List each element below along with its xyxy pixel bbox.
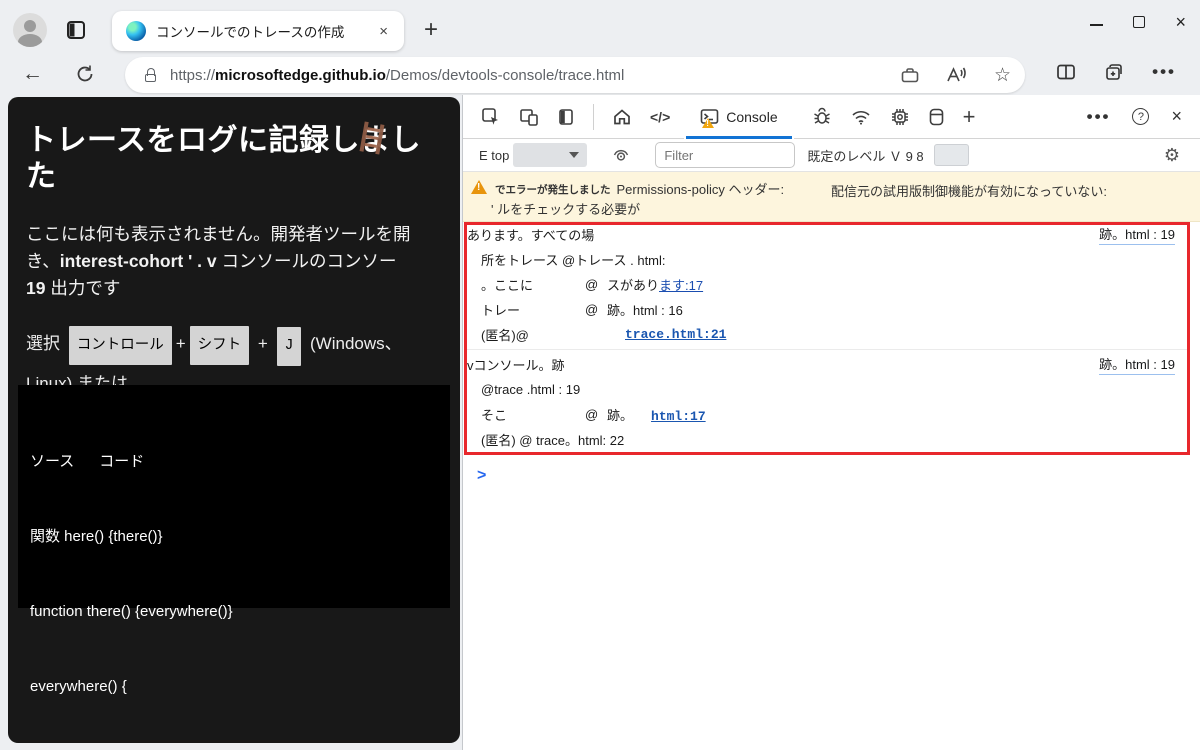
debugger-bug-icon[interactable] bbox=[812, 107, 832, 127]
stack-fn: 。ここに bbox=[481, 278, 534, 293]
key-control: コントロール bbox=[68, 326, 172, 365]
warning-triangle-icon bbox=[471, 180, 487, 194]
console-trace-entry: vコンソール。跡 跡。html : 19 @trace .html : 19 そ… bbox=[467, 352, 1189, 452]
trace-message-text: vコンソール。跡 bbox=[467, 358, 565, 373]
tab-actions-menu-icon[interactable] bbox=[66, 20, 86, 40]
url-text[interactable]: https://microsoftedge.github.io/Demos/de… bbox=[170, 67, 890, 84]
console-toolbar: E top 既定のレベル Ｖ 9 8 ⚙ bbox=[463, 139, 1200, 172]
warning-small-text: でエラーが発生しました bbox=[495, 184, 611, 196]
warning-header-text: Permissions-policy ヘッダー: bbox=[616, 182, 785, 197]
more-tabs-plus-icon[interactable]: + bbox=[963, 104, 976, 130]
console-trace-entry: あります。すべての場 跡。html : 19 所をトレース @トレース . ht… bbox=[467, 222, 1189, 347]
refresh-button[interactable] bbox=[75, 64, 95, 84]
code-line: 関数 here() {there()} bbox=[30, 528, 163, 545]
console-warning-bar: でエラーが発生しました Permissions-policy ヘッダー: 配信元… bbox=[463, 172, 1200, 222]
inline-code: interest-cohort ' . v bbox=[59, 251, 217, 271]
split-screen-icon[interactable] bbox=[1056, 63, 1076, 81]
stack-location: 跡。html : 16 bbox=[607, 303, 683, 318]
console-messages: あります。すべての場 跡。html : 19 所をトレース @トレース . ht… bbox=[467, 222, 1189, 452]
frame-context-label: E top bbox=[479, 147, 510, 163]
key-j: J bbox=[276, 327, 302, 366]
window-close-button[interactable]: × bbox=[1175, 13, 1186, 31]
webpage-content: トレースをログに記録しました ここには何も表示されません。開発者ツールを開き、i… bbox=[8, 97, 460, 743]
stack-fn: そこ bbox=[481, 408, 508, 423]
workspaces-icon[interactable] bbox=[900, 66, 920, 84]
network-wifi-icon[interactable] bbox=[850, 108, 872, 126]
frame-context-dropdown[interactable] bbox=[513, 143, 588, 167]
edge-logo-icon bbox=[126, 21, 146, 41]
avatar-body bbox=[18, 34, 42, 47]
performance-cpu-icon[interactable] bbox=[890, 107, 910, 127]
inspect-element-icon[interactable] bbox=[481, 107, 501, 127]
activity-bar-location-icon[interactable] bbox=[557, 107, 575, 127]
toolbar-divider bbox=[593, 103, 594, 130]
url-bar[interactable]: https://microsoftedge.github.io/Demos/de… bbox=[125, 57, 1025, 93]
back-button[interactable]: ← bbox=[22, 62, 43, 86]
avatar-head bbox=[24, 20, 36, 32]
source-link[interactable]: 跡。html : 19 bbox=[1099, 354, 1175, 375]
page-title: トレースをログに記録しました bbox=[26, 121, 444, 195]
application-drawer-icon[interactable] bbox=[928, 107, 945, 127]
devtools-more-icon[interactable]: ••• bbox=[1087, 107, 1111, 127]
browser-tab[interactable]: コンソールでのトレースの作成 × bbox=[112, 11, 404, 51]
warning-origin-text: 配信元の試用版制御機能が有効になっていない: bbox=[831, 184, 1107, 199]
stack-location: スがあります:17 bbox=[607, 278, 704, 293]
source-link[interactable]: trace.html:21 bbox=[625, 327, 726, 342]
window-maximize-button[interactable] bbox=[1133, 16, 1146, 28]
warning-line2-text: ' ルをチェックする必要が bbox=[491, 202, 641, 217]
console-tab-label: Console bbox=[726, 108, 778, 125]
console-icon bbox=[700, 108, 719, 128]
issues-counter-box[interactable] bbox=[933, 144, 969, 166]
devtools-close-icon[interactable]: × bbox=[1171, 106, 1182, 127]
source-link[interactable]: 跡。html : 19 bbox=[1099, 224, 1175, 245]
devtools-tabbar: </> Console + ••• ? × bbox=[463, 94, 1200, 139]
stack-frame: @trace .html : 19 bbox=[481, 382, 581, 397]
new-tab-button[interactable]: + bbox=[424, 16, 438, 44]
settings-ellipsis-icon[interactable]: ••• bbox=[1152, 62, 1176, 82]
profile-avatar[interactable] bbox=[13, 13, 47, 47]
window-minimize-button[interactable] bbox=[1090, 24, 1104, 26]
source-link[interactable]: ます:17 bbox=[659, 278, 703, 293]
intro-paragraph: ここには何も表示されません。開発者ツールを開き、interest-cohort … bbox=[26, 224, 411, 298]
source-link[interactable]: html:17 bbox=[651, 409, 706, 424]
chevron-down-icon bbox=[569, 152, 580, 158]
elements-tab-icon[interactable]: </> bbox=[650, 109, 670, 125]
help-icon[interactable]: ? bbox=[1132, 108, 1150, 125]
stack-frame: (匿名) @ trace。html: 22 bbox=[481, 433, 625, 448]
read-aloud-icon[interactable] bbox=[946, 66, 968, 84]
log-level-dropdown[interactable]: 既定のレベル Ｖ 9 8 bbox=[807, 146, 923, 165]
code-header: ソース コード bbox=[30, 453, 145, 470]
browser-chrome: コンソールでのトレースの作成 × + × ← https://microsoft… bbox=[0, 0, 1200, 95]
welcome-home-icon[interactable] bbox=[612, 107, 632, 127]
stack-fn: (匿名)@ bbox=[481, 328, 529, 343]
collections-icon[interactable] bbox=[1104, 62, 1124, 82]
code-line: function there() {everywhere()} bbox=[30, 603, 233, 620]
url-scheme: https:// bbox=[170, 66, 216, 84]
url-path: /Demos/devtools-console/trace.html bbox=[385, 66, 625, 84]
console-settings-gear-icon[interactable]: ⚙ bbox=[1164, 145, 1180, 166]
devtools-panel: </> Console + ••• ? × E top 既定のレベル Ｖ 9 8… bbox=[462, 94, 1200, 750]
tab-title: コンソールでのトレースの作成 bbox=[156, 25, 345, 40]
code-line: everywhere() { bbox=[30, 678, 127, 695]
favorite-star-icon[interactable]: ☆ bbox=[994, 64, 1011, 87]
code-block: ソース コード 関数 here() {there()} function the… bbox=[18, 385, 450, 695]
key-shift: シフト bbox=[189, 326, 250, 365]
trace-message-text: あります。すべての場 bbox=[467, 228, 595, 243]
device-emulation-icon[interactable] bbox=[519, 107, 539, 127]
filter-input[interactable] bbox=[655, 142, 796, 168]
lock-icon[interactable] bbox=[145, 68, 156, 82]
console-warning-badge bbox=[702, 118, 715, 128]
stack-location: 跡。 html:17 bbox=[607, 408, 706, 424]
url-host: microsoftedge.github.io bbox=[215, 66, 386, 84]
stack-frame: 所をトレース @トレース . html: bbox=[481, 253, 666, 268]
console-prompt-chevron[interactable]: > bbox=[477, 467, 486, 485]
entry-divider bbox=[467, 349, 1189, 350]
stack-fn: トレー bbox=[481, 303, 521, 318]
tab-console[interactable]: Console bbox=[684, 94, 794, 139]
tab-close-icon[interactable]: × bbox=[373, 21, 394, 42]
live-expression-eye-icon[interactable] bbox=[611, 146, 631, 164]
